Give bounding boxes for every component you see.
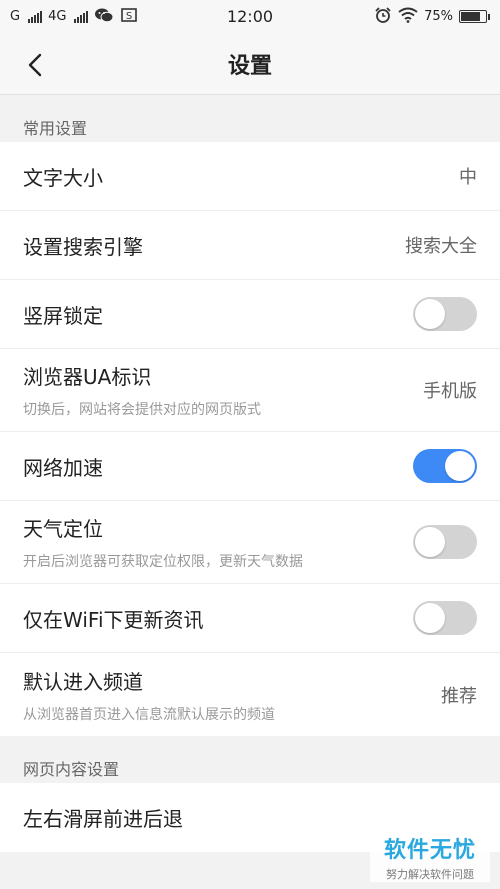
setting-portrait-lock: 竖屏锁定 [0,280,500,349]
section-header-common: 常用设置 [0,95,500,142]
setting-network-acceleration: 网络加速 [0,432,500,501]
chevron-left-icon [28,53,42,77]
settings-group-common: 文字大小 中 设置搜索引擎 搜索大全 竖屏锁定 浏览器UA标识 切换后，网站将会… [0,142,500,736]
setting-label: 竖屏锁定 [23,303,103,328]
setting-label: 默认进入频道 [23,669,143,694]
network-acceleration-toggle[interactable] [413,449,477,483]
setting-text-size[interactable]: 文字大小 中 [0,142,500,211]
setting-label: 设置搜索引擎 [23,234,143,259]
back-button[interactable] [18,48,52,82]
wechat-icon [94,7,114,27]
setting-label: 左右滑屏前进后退 [23,807,183,831]
battery-percent: 75% [424,9,453,24]
wifi-only-update-toggle[interactable] [413,601,477,635]
carrier-1: G [10,9,21,24]
carrier-2: 4G [48,9,67,24]
alarm-icon [374,6,392,28]
setting-search-engine[interactable]: 设置搜索引擎 搜索大全 [0,211,500,280]
setting-value: 中 [459,167,477,188]
signal-icon [74,10,89,23]
battery-icon [459,10,490,23]
weather-location-toggle[interactable] [413,525,477,559]
page-title: 设置 [227,53,272,79]
setting-value: 搜索大全 [405,236,477,257]
wifi-icon [398,7,418,27]
watermark-title: 软件无忧 [383,838,476,863]
setting-label: 仅在WiFi下更新资讯 [23,607,204,632]
status-right: 75% [374,6,490,28]
watermark-logo: 软件无忧 努力解决软件问题 [370,826,490,882]
svg-text:S: S [126,11,132,22]
screenshot-icon: S [120,7,138,27]
setting-value: 推荐 [441,685,477,707]
setting-value: 手机版 [423,381,477,402]
status-left: G 4G S [10,7,138,27]
section-header-web-content: 网页内容设置 [0,736,500,783]
header: 设置 [0,33,500,95]
status-bar: G 4G S 12:00 75% [0,0,500,33]
setting-ua-identifier[interactable]: 浏览器UA标识 切换后，网站将会提供对应的网页版式 手机版 [0,349,500,432]
setting-description: 开启后浏览器可获取定位权限，更新天气数据 [23,554,303,570]
setting-description: 切换后，网站将会提供对应的网页版式 [23,402,261,418]
setting-wifi-only-update: 仅在WiFi下更新资讯 [0,584,500,653]
setting-description: 从浏览器首页进入信息流默认展示的频道 [23,706,275,723]
setting-label: 天气定位 [23,517,103,541]
watermark-subtitle: 努力解决软件问题 [386,868,474,881]
signal-icon [28,10,43,23]
setting-label: 文字大小 [23,165,103,190]
portrait-lock-toggle[interactable] [413,297,477,331]
setting-default-channel[interactable]: 默认进入频道 从浏览器首页进入信息流默认展示的频道 推荐 [0,653,500,736]
setting-label: 网络加速 [23,455,103,480]
setting-label: 浏览器UA标识 [23,365,152,389]
setting-weather-location: 天气定位 开启后浏览器可获取定位权限，更新天气数据 [0,501,500,584]
